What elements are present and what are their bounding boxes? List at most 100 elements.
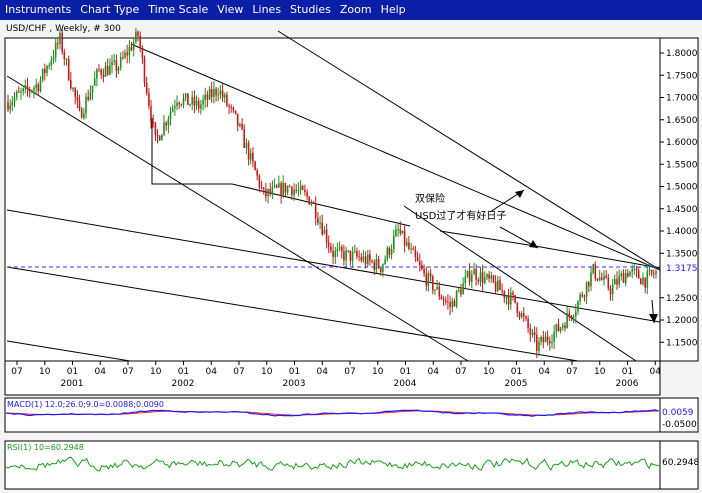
candle-body — [106, 66, 109, 75]
candle-body — [566, 313, 568, 329]
month-tick-label: 01 — [178, 367, 189, 377]
candle-body — [507, 296, 510, 305]
menu-item-instruments[interactable]: Instruments — [0, 0, 75, 20]
candle-body — [301, 186, 304, 190]
candle-body — [74, 88, 76, 97]
candle-body — [128, 47, 131, 56]
candle-body — [278, 183, 280, 188]
candle-body — [163, 122, 165, 135]
candle-body — [390, 249, 393, 255]
price-panel[interactable] — [4, 37, 661, 362]
chart-svg: USD/CHF , Weekly, # 300 双保险 USD过了才有好日子 1… — [4, 24, 699, 490]
candle-body — [401, 230, 404, 234]
month-tick-label: 04 — [650, 367, 662, 377]
menu-item-zoom[interactable]: Zoom — [335, 0, 376, 20]
candle-body — [91, 85, 94, 93]
candle-body — [488, 274, 490, 279]
candle-body — [59, 32, 61, 44]
candle-body — [397, 229, 399, 231]
candle-body — [421, 264, 423, 269]
candle-body — [575, 311, 577, 317]
candle-body — [399, 229, 402, 234]
candle-body — [642, 277, 644, 285]
price-axis — [659, 37, 699, 362]
candle-body — [384, 259, 386, 265]
candle-body — [596, 278, 599, 281]
month-tick-label: 01 — [511, 367, 522, 377]
candle-body — [165, 122, 167, 126]
candle-body — [317, 218, 319, 223]
candle-body — [230, 107, 232, 108]
candle-body — [65, 59, 68, 60]
candle-body — [540, 337, 542, 342]
candle-body — [11, 102, 14, 106]
candle-body — [282, 183, 284, 197]
price-tick-label: 1.2500 — [666, 294, 698, 304]
price-tick-label: 1.1500 — [666, 338, 698, 348]
candle-body — [35, 84, 37, 88]
candle-body — [327, 242, 330, 247]
candle-body — [412, 248, 415, 250]
candle-body — [473, 269, 475, 275]
candle-body — [273, 185, 276, 187]
candle-body — [256, 170, 258, 176]
candle-body — [486, 274, 488, 278]
menu-item-time-scale[interactable]: Time Scale — [143, 0, 212, 20]
candle-body — [100, 69, 102, 75]
candle-body — [466, 271, 469, 277]
menu-item-view[interactable]: View — [212, 0, 247, 20]
candle-body — [440, 296, 443, 300]
candle-body — [52, 57, 55, 61]
candle-body — [325, 229, 328, 243]
candle-body — [360, 257, 363, 261]
candle-body — [24, 85, 27, 89]
candle-body — [362, 256, 365, 261]
macd-tick-2: -0.0500 — [662, 420, 697, 430]
menu-item-chart-type[interactable]: Chart Type — [75, 0, 143, 20]
candle-body — [210, 89, 213, 97]
candle-body — [650, 270, 653, 274]
annotation-line-2: USD过了才有好日子 — [415, 209, 506, 222]
candle-body — [54, 42, 57, 58]
month-tick-label: 07 — [455, 367, 466, 377]
year-label: 2003 — [283, 379, 306, 389]
candle-body — [323, 229, 326, 235]
year-label: 2005 — [505, 379, 528, 389]
candle-body — [115, 60, 118, 71]
menu-item-help[interactable]: Help — [376, 0, 410, 20]
candle-body — [425, 273, 428, 286]
price-tick-label: 1.4500 — [666, 205, 698, 215]
candle-body — [419, 261, 421, 265]
chart-stage: USD/CHF , Weekly, # 300 双保险 USD过了才有好日子 1… — [0, 20, 702, 493]
candle-body — [447, 301, 449, 303]
menu-item-studies[interactable]: Studies — [285, 0, 335, 20]
candle-body — [41, 68, 44, 80]
candle-body — [518, 313, 521, 317]
candle-body — [551, 341, 553, 344]
month-tick-label: 01 — [67, 367, 78, 377]
candle-body — [241, 123, 243, 130]
price-tick-label: 1.5500 — [666, 160, 698, 170]
candle-body — [180, 104, 183, 106]
price-tick-label: 1.7500 — [666, 71, 698, 81]
candle-body — [145, 82, 148, 94]
candle-body — [143, 57, 146, 83]
macd-title: MACD(1) 12.0;26.0;9.0=0.0088;0.0090 — [7, 400, 164, 409]
candle-body — [590, 272, 592, 287]
candle-body — [410, 248, 412, 250]
annotation-line-1: 双保险 — [415, 192, 445, 205]
candle-body — [308, 196, 310, 205]
candle-body — [336, 249, 339, 251]
candle-body — [39, 79, 42, 92]
price-tick-label: 1.6000 — [666, 138, 698, 148]
candle-body — [603, 275, 605, 280]
current-price-tag: 1.3175 — [661, 262, 698, 274]
candle-body — [345, 250, 347, 261]
candle-body — [377, 259, 380, 269]
candle-body — [637, 270, 640, 279]
candle-body — [93, 78, 96, 86]
menu-item-lines[interactable]: Lines — [247, 0, 285, 20]
candle-body — [295, 189, 297, 191]
month-tick-label: 04 — [428, 367, 440, 377]
candle-body — [432, 276, 434, 291]
